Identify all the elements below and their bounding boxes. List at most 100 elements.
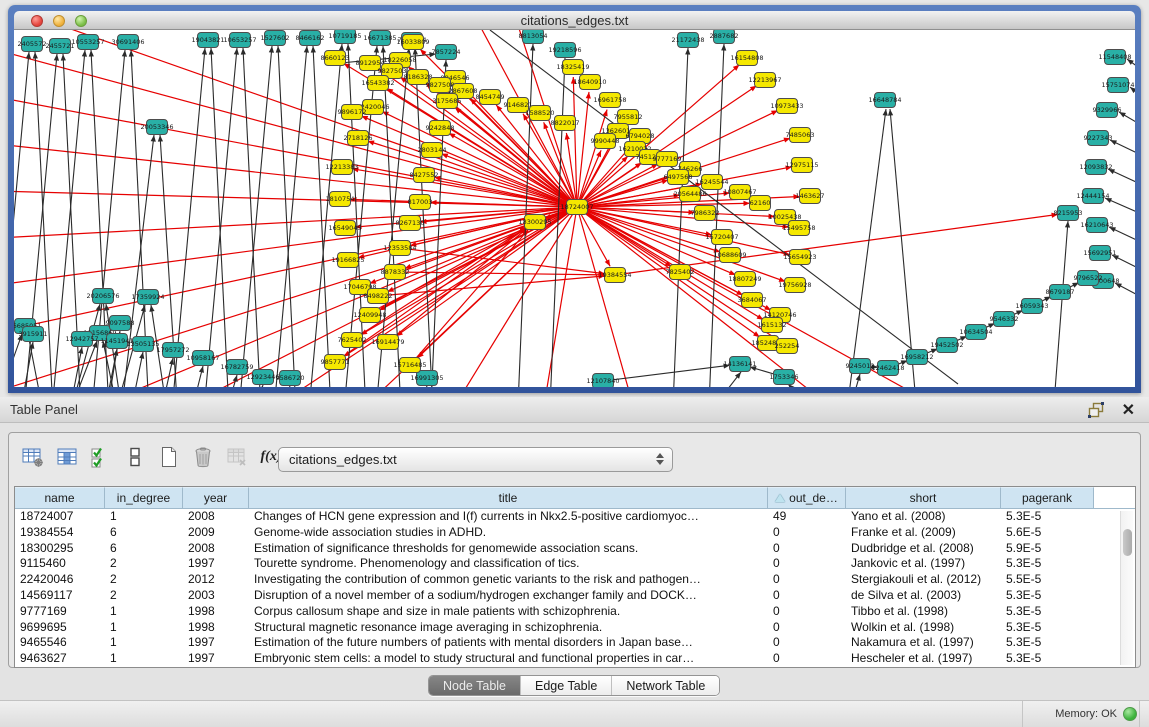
table-cell: Corpus callosum shape and size in male p… — [249, 604, 768, 620]
column-header-pagerank[interactable]: pagerank — [1001, 487, 1094, 508]
memory-ok-icon — [1123, 707, 1137, 721]
node-label: 1463627 — [796, 192, 825, 200]
table-cell: Structural magnetic resonance image aver… — [249, 620, 768, 636]
status-bar: Memory: OK — [0, 700, 1149, 727]
table-row[interactable]: 1872400712008Changes of HCN gene express… — [15, 509, 1135, 525]
network-table-selector[interactable]: citations_edges.txt — [278, 447, 673, 472]
table-scrollbar-thumb[interactable] — [1123, 529, 1132, 556]
node-label: 17957272 — [156, 346, 189, 354]
node-label: 8454749 — [476, 93, 505, 101]
node-label: 14136141 — [723, 360, 756, 368]
column-header-in_degree[interactable]: in_degree — [105, 487, 183, 508]
node-label: 15751074 — [1101, 81, 1134, 89]
node-label: 16782759 — [220, 363, 253, 371]
node-label: 9329966 — [1093, 106, 1122, 114]
node-label: 12462418 — [871, 364, 904, 372]
node-label: 10653257 — [223, 36, 256, 44]
node-label: 20206576 — [86, 292, 119, 300]
network-window-title: citations_edges.txt — [14, 13, 1135, 28]
table-row[interactable]: 946362711997Embryonic stem cells: a mode… — [15, 651, 1135, 667]
table-cell: 1 — [105, 509, 183, 525]
node-label: 1527602 — [261, 34, 290, 42]
table-cell: 2 — [105, 572, 183, 588]
node-label: 16059343 — [1015, 302, 1048, 310]
table-row[interactable]: 977716911998Corpus callosum shape and si… — [15, 604, 1135, 620]
node-label: 8427552 — [410, 171, 439, 179]
node-label: 16914479 — [371, 338, 404, 346]
network-graph[interactable]: 2405572245572110553257306914061904382110… — [14, 30, 1135, 387]
table-mode-icon[interactable] — [21, 445, 45, 469]
table-cell: 5.3E-5 — [1001, 635, 1094, 651]
column-header-out_de[interactable]: out_de… — [768, 487, 846, 508]
row-height-icon[interactable] — [123, 445, 147, 469]
table-cell: Investigating the contribution of common… — [249, 572, 768, 588]
table-row[interactable]: 946554611997Estimation of the future num… — [15, 635, 1135, 651]
table-row[interactable]: 969969511998Structural magnetic resonanc… — [15, 620, 1135, 636]
node-table-groupbox: f(x) citations_edges.txt namein_degreeye… — [8, 432, 1141, 668]
table-cell: 0 — [768, 635, 846, 651]
table-row[interactable]: 1456911722003Disruption of a novel membe… — [15, 588, 1135, 604]
table-cell: 18300295 — [15, 541, 105, 557]
table-cell: 9699695 — [15, 620, 105, 636]
table-row[interactable]: 911546021997Tourette syndrome. Phenomeno… — [15, 556, 1135, 572]
node-label: 7625402 — [338, 336, 367, 344]
tab-edge-table[interactable]: Edge Table — [521, 676, 612, 695]
table-cell: Franke et al. (2009) — [846, 525, 1001, 541]
column-visibility-icon[interactable] — [55, 445, 79, 469]
column-header-short[interactable]: short — [846, 487, 1001, 508]
node-label: 9227343 — [1084, 134, 1113, 142]
table-row[interactable]: 1830029562008Estimation of significance … — [15, 541, 1135, 557]
node-label: 16543382 — [361, 79, 394, 87]
table-cell: Embryonic stem cells: a model to study s… — [249, 651, 768, 667]
table-cell: Jankovic et al. (1997) — [846, 556, 1001, 572]
table-cell: 49 — [768, 509, 846, 525]
tab-network-table[interactable]: Network Table — [612, 676, 719, 695]
node-label: 12213383 — [325, 163, 358, 171]
network-canvas[interactable]: 2405572245572110553257306914061904382110… — [14, 30, 1135, 387]
node-label: 6794028 — [626, 132, 655, 140]
table-scrollbar[interactable] — [1120, 511, 1133, 665]
node-label: 12444154 — [1076, 192, 1109, 200]
node-label: 9796522 — [1074, 274, 1103, 282]
selected-network-label: citations_edges.txt — [289, 452, 397, 467]
node-label: 16648784 — [868, 96, 901, 104]
table-panel-header: Table Panel ✕ — [0, 397, 1149, 423]
close-panel-icon[interactable]: ✕ — [1122, 400, 1135, 420]
table-cell: 9115460 — [15, 556, 105, 572]
tab-node-table[interactable]: Node Table — [429, 676, 521, 695]
table-cell: 0 — [768, 588, 846, 604]
node-label: 252254 — [775, 342, 800, 350]
node-label: 8813054 — [519, 32, 548, 40]
delete-column-icon[interactable] — [191, 445, 215, 469]
delete-table-icon[interactable] — [225, 445, 249, 469]
node-label: 7825402 — [666, 268, 695, 276]
selection-mode-icon[interactable] — [89, 445, 113, 469]
float-window-icon[interactable] — [1088, 402, 1105, 418]
node-label: 1588520 — [526, 109, 555, 117]
node-label: 19756928 — [778, 281, 811, 289]
node-label: 8822017 — [551, 119, 580, 127]
column-header-year[interactable]: year — [183, 487, 249, 508]
table-row[interactable]: 1938455462009Genome-wide association stu… — [15, 525, 1135, 541]
table-cell: Disruption of a novel member of a sodium… — [249, 588, 768, 604]
column-header-title[interactable]: title — [249, 487, 768, 508]
node-label: 15654923 — [783, 253, 816, 261]
table-cell: Dudbridge et al. (2008) — [846, 541, 1001, 557]
table-cell: 9777169 — [15, 604, 105, 620]
table-cell: 0 — [768, 525, 846, 541]
new-column-icon[interactable] — [157, 445, 181, 469]
node-label: 16033809 — [396, 38, 429, 46]
node-label: 2405572 — [18, 40, 47, 48]
table-body[interactable]: 1872400712008Changes of HCN gene express… — [15, 509, 1135, 667]
node-label: 9242848 — [426, 124, 455, 132]
network-window-titlebar[interactable]: citations_edges.txt — [14, 11, 1135, 30]
table-cell: 1997 — [183, 556, 249, 572]
table-cell: 2003 — [183, 588, 249, 604]
table-toolbar: f(x) — [21, 443, 283, 471]
table-row[interactable]: 2242004622012Investigating the contribut… — [15, 572, 1135, 588]
node-label: 9777169 — [653, 155, 682, 163]
table-cell: 1 — [105, 651, 183, 667]
node-label: 17359924 — [131, 293, 164, 301]
table-cell: 2008 — [183, 541, 249, 557]
column-header-name[interactable]: name — [15, 487, 105, 508]
